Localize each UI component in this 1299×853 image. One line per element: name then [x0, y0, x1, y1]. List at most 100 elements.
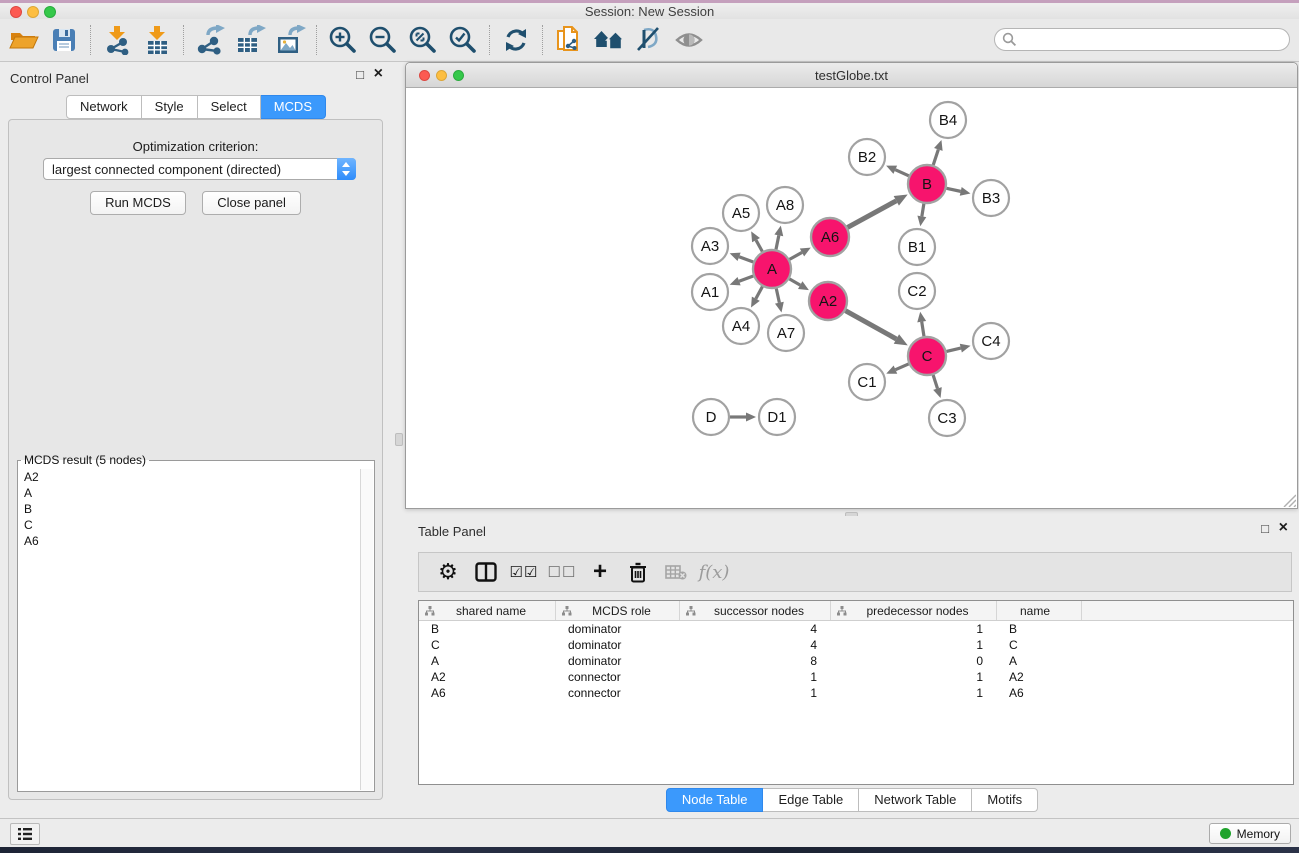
select-all-rows-button[interactable]: ☑☑: [505, 555, 543, 589]
export-table-button[interactable]: [230, 22, 270, 58]
export-image-button[interactable]: [270, 22, 310, 58]
criterion-dropdown[interactable]: largest connected component (directed): [43, 158, 356, 180]
show-columns-button[interactable]: [467, 555, 505, 589]
table-cell[interactable]: connector: [556, 669, 680, 685]
tab-style[interactable]: Style: [142, 95, 198, 119]
add-column-button[interactable]: +: [581, 555, 619, 589]
edge-A-A6[interactable]: [790, 248, 811, 260]
node-B3[interactable]: B3: [973, 180, 1009, 216]
table-settings-button[interactable]: ⚙: [429, 555, 467, 589]
node-B2[interactable]: B2: [849, 139, 885, 175]
tab-edge-table[interactable]: Edge Table: [763, 788, 859, 812]
function-builder-button[interactable]: f(x): [695, 555, 733, 589]
import-network-button[interactable]: [97, 22, 137, 58]
table-cell[interactable]: 0: [831, 653, 997, 669]
table-row[interactable]: Cdominator41C: [419, 637, 1293, 653]
delete-table-button[interactable]: [657, 555, 695, 589]
vertical-splitter-handle[interactable]: [395, 433, 403, 446]
edge-A6-B[interactable]: [848, 195, 908, 228]
tab-mcds[interactable]: MCDS: [261, 95, 326, 119]
mcds-result-item[interactable]: A6: [19, 533, 360, 549]
node-A4[interactable]: A4: [723, 308, 759, 344]
node-A3[interactable]: A3: [692, 228, 728, 264]
delete-column-button[interactable]: [619, 555, 657, 589]
table-cell[interactable]: 4: [680, 637, 831, 653]
table-cell[interactable]: A6: [997, 685, 1082, 701]
table-cell[interactable]: C: [419, 637, 556, 653]
edge-A-A5[interactable]: [751, 231, 762, 251]
close-panel-icon[interactable]: ×: [374, 66, 383, 81]
edge-C-C2[interactable]: [917, 312, 926, 336]
window-resize-grip[interactable]: [1282, 493, 1296, 507]
table-cell[interactable]: 1: [831, 637, 997, 653]
import-table-button[interactable]: [137, 22, 177, 58]
tab-motifs[interactable]: Motifs: [972, 788, 1038, 812]
edge-C-C4[interactable]: [946, 344, 970, 353]
edge-B-B1[interactable]: [917, 204, 926, 227]
clone-network-button[interactable]: [549, 22, 589, 58]
edge-A-A2[interactable]: [789, 279, 809, 290]
node-A5[interactable]: A5: [723, 195, 759, 231]
edge-A2-C[interactable]: [845, 311, 907, 346]
table-cell[interactable]: A: [997, 653, 1082, 669]
edge-B-B2[interactable]: [886, 166, 909, 176]
node-C4[interactable]: C4: [973, 323, 1009, 359]
zoom-out-button[interactable]: [363, 22, 403, 58]
table-row[interactable]: Bdominator41B: [419, 621, 1293, 637]
table-cell[interactable]: 4: [680, 621, 831, 637]
table-cell[interactable]: A6: [419, 685, 556, 701]
node-C3[interactable]: C3: [929, 400, 965, 436]
table-row[interactable]: A6connector11A6: [419, 685, 1293, 701]
mcds-result-item[interactable]: B: [19, 501, 360, 517]
node-C1[interactable]: C1: [849, 364, 885, 400]
edge-B-B4[interactable]: [933, 140, 942, 165]
table-cell[interactable]: A: [419, 653, 556, 669]
node-A2[interactable]: A2: [809, 282, 847, 320]
table-cell[interactable]: 1: [680, 685, 831, 701]
mcds-result-list[interactable]: A2ABCA6: [19, 469, 360, 790]
table-row[interactable]: Adominator80A: [419, 653, 1293, 669]
zoom-selected-button[interactable]: [443, 22, 483, 58]
save-session-button[interactable]: [44, 22, 84, 58]
float-panel-icon[interactable]: □: [356, 68, 364, 81]
table-cell[interactable]: C: [997, 637, 1082, 653]
column-header-name[interactable]: name: [997, 601, 1082, 620]
node-A6[interactable]: A6: [811, 218, 849, 256]
node-C2[interactable]: C2: [899, 273, 935, 309]
table-cell[interactable]: dominator: [556, 621, 680, 637]
task-history-button[interactable]: [10, 823, 40, 845]
table-cell[interactable]: 8: [680, 653, 831, 669]
network-window-titlebar[interactable]: testGlobe.txt: [406, 63, 1297, 88]
column-header-successor-nodes[interactable]: successor nodes: [680, 601, 831, 620]
float-table-panel-icon[interactable]: □: [1261, 522, 1269, 535]
edge-A-A4[interactable]: [751, 287, 762, 308]
node-B4[interactable]: B4: [930, 102, 966, 138]
node-B[interactable]: B: [908, 165, 946, 203]
mcds-result-item[interactable]: C: [19, 517, 360, 533]
zoom-fit-button[interactable]: [403, 22, 443, 58]
run-mcds-button[interactable]: Run MCDS: [90, 191, 186, 215]
tab-node-table[interactable]: Node Table: [666, 788, 764, 812]
deselect-all-rows-button[interactable]: ☐☐: [543, 555, 581, 589]
network-canvas[interactable]: B4B2BB3A8A5A6A3B1AC2A1A2A4A7C4CC1C3DD1: [406, 88, 1297, 508]
table-cell[interactable]: dominator: [556, 637, 680, 653]
table-cell[interactable]: B: [419, 621, 556, 637]
node-A7[interactable]: A7: [768, 315, 804, 351]
node-A[interactable]: A: [753, 250, 791, 288]
tab-network-table[interactable]: Network Table: [859, 788, 972, 812]
edge-D-D1[interactable]: [730, 413, 756, 422]
search-input[interactable]: [994, 28, 1290, 51]
table-cell[interactable]: 1: [680, 669, 831, 685]
column-header-predecessor-nodes[interactable]: predecessor nodes: [831, 601, 997, 620]
column-header-shared-name[interactable]: shared name: [419, 601, 556, 620]
table-cell[interactable]: 1: [831, 685, 997, 701]
mcds-result-item[interactable]: A: [19, 485, 360, 501]
close-panel-button[interactable]: Close panel: [202, 191, 301, 215]
node-D[interactable]: D: [693, 399, 729, 435]
node-B1[interactable]: B1: [899, 229, 935, 265]
table-cell[interactable]: B: [997, 621, 1082, 637]
edge-A-A7[interactable]: [775, 289, 784, 313]
zoom-in-button[interactable]: [323, 22, 363, 58]
apply-layout-button[interactable]: [496, 22, 536, 58]
table-cell[interactable]: A2: [997, 669, 1082, 685]
